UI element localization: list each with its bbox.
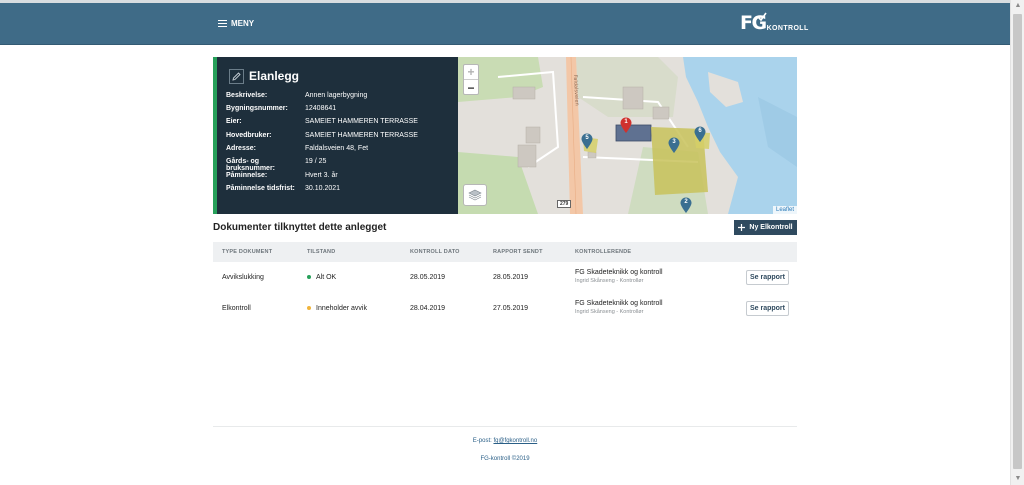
plus-icon [738,224,746,231]
app-header: MENY FG KONTROLL [0,3,1010,45]
installation-info-panel: Elanlegg Beskrivelse: Annen lagerbygning… [213,57,458,214]
footer-copyright: FG-kontroll ©2019 [480,456,530,462]
document-status: Inneholder avvik [307,305,367,312]
rapport-sendt: 28.05.2019 [493,274,529,281]
hamburger-icon [218,20,227,27]
fg-kontroll-logo[interactable]: FG KONTROLL [740,12,809,33]
new-button-label: Ny Elkontroll [749,224,793,231]
kontrollerende: FG Skadeteknikk og kontroll Ingrid Skåns… [575,269,663,284]
layers-button[interactable] [463,184,487,206]
marker-label: 1 [624,119,628,125]
location-map[interactable]: Faldalsveien 279 1 2 3 5 6 + − Leaflet [458,57,797,214]
document-type: Elkontroll [222,305,251,312]
document-type: Avvikslukking [222,274,264,281]
edit-button[interactable] [229,69,244,84]
logo-check-icon [757,12,767,21]
status-text: Alt OK [316,274,337,281]
scrollbar-thumb[interactable] [1013,14,1022,469]
email-label: E-post: [472,438,492,444]
map-marker-1[interactable]: 1 [620,117,632,139]
kontrollerende-company: FG Skadeteknikk og kontroll [575,300,663,307]
kontroll-dato: 28.05.2019 [410,274,446,281]
map-marker-5[interactable]: 5 [581,133,593,155]
status-ok-icon [307,275,311,280]
rapport-sendt: 27.05.2019 [493,305,529,312]
info-label: Gårds- og bruksnummer: [226,158,276,172]
info-value: Annen lagerbygning [305,92,368,99]
kontrollerende-person: Ingrid Skånseng - Kontrollør [575,278,644,284]
new-elkontroll-button[interactable]: Ny Elkontroll [734,220,797,235]
info-value: Hvert 3. år [305,172,338,179]
info-label: Påminnelse tidsfrist: [226,185,295,192]
info-label: Bygningsnummer: [226,105,288,112]
info-label: Beskrivelse: [226,92,268,99]
info-label: Eier: [226,118,242,125]
map-marker-3[interactable]: 3 [668,137,680,159]
table-row: Elkontroll Inneholder avvik 28.04.2019 2… [213,293,797,324]
column-header-kontroll-dato: KONTROLL DATO [410,249,460,255]
info-value: SAMEIET HAMMEREN TERRASSE [305,118,418,125]
footer-divider [213,426,797,427]
menu-button[interactable]: MENY [218,19,254,28]
column-header-type: TYPE DOKUMENT [222,249,273,255]
menu-label: MENY [231,19,255,28]
info-value: 30.10.2021 [305,185,341,192]
column-header-kontrollerende: KONTROLLERENDE [575,249,632,255]
zoom-in-button[interactable]: + [464,65,478,80]
info-row-adresse: Adresse: Faldalsveien 48, Fet [226,145,368,152]
info-row-gards-bruksnummer: Gårds- og bruksnummer: 19 / 25 [226,158,326,172]
documents-table-header: TYPE DOKUMENT TILSTAND KONTROLL DATO RAP… [213,242,797,262]
info-label: Påminnelse: [226,172,268,179]
leaflet-attribution-link[interactable]: Leaflet [772,206,797,214]
info-row-hovedbruker: Hovedbruker: SAMEIET HAMMEREN TERRASSE [226,132,418,139]
road-number-shield: 279 [557,200,572,208]
zoom-control: + − [463,64,479,95]
pencil-icon [232,72,241,81]
map-marker-2[interactable]: 2 [680,197,692,214]
status-warning-icon [307,306,311,311]
column-header-rapport-sendt: RAPPORT SENDT [493,249,543,255]
kontrollerende-company: FG Skadeteknikk og kontroll [575,269,663,276]
status-text: Inneholder avvik [316,305,367,312]
info-row-eier: Eier: SAMEIET HAMMEREN TERRASSE [226,118,418,125]
info-row-paminnelse: Påminnelse: Hvert 3. år [226,172,338,179]
documents-section-title: Dokumenter tilknyttet dette anlegget [213,222,387,233]
se-rapport-button[interactable]: Se rapport [746,301,789,316]
page-scrollbar[interactable]: ▲ ▼ [1010,0,1024,485]
email-link[interactable]: fg@fgkontroll.no [493,438,537,444]
map-marker-6[interactable]: 6 [694,126,706,148]
footer-email: E-post: fg@fgkontroll.no [0,438,1010,444]
marker-label: 5 [585,135,589,141]
layers-icon [468,189,482,201]
info-value: Faldalsveien 48, Fet [305,145,369,152]
marker-label: 6 [698,128,702,134]
info-value: SAMEIET HAMMEREN TERRASSE [305,132,418,139]
marker-label: 3 [672,139,676,145]
info-value: 12408641 [305,105,337,112]
info-row-beskrivelse: Beskrivelse: Annen lagerbygning [226,92,367,99]
info-row-paminnelse-tidsfrist: Påminnelse tidsfrist: 30.10.2021 [226,185,340,192]
logo-subtext: KONTROLL [766,25,809,32]
info-row-bygningsnummer: Bygningsnummer: 12408641 [226,105,336,112]
zoom-out-button[interactable]: − [464,80,478,95]
se-rapport-button[interactable]: Se rapport [746,270,789,285]
info-value: 19 / 25 [305,158,327,165]
kontrollerende-person: Ingrid Skånseng - Kontrollør [575,309,644,315]
marker-label: 2 [684,199,688,205]
kontrollerende: FG Skadeteknikk og kontroll Ingrid Skåns… [575,300,663,315]
info-label: Adresse: [226,145,256,152]
kontroll-dato: 28.04.2019 [410,305,446,312]
scroll-down-icon[interactable]: ▼ [1014,475,1022,483]
scroll-up-icon[interactable]: ▲ [1014,2,1022,10]
table-row: Avvikslukking Alt OK 28.05.2019 28.05.20… [213,262,797,293]
info-label: Hovedbruker: [226,132,272,139]
column-header-tilstand: TILSTAND [307,249,336,255]
document-status: Alt OK [307,274,336,281]
panel-title: Elanlegg [249,69,300,83]
